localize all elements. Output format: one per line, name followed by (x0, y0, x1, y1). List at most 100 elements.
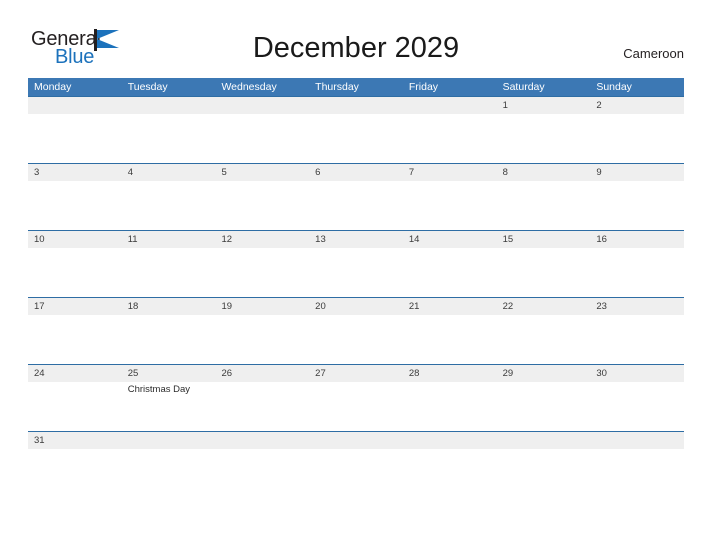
day-cell[interactable]: Christmas Day (122, 382, 216, 431)
day-number[interactable] (28, 97, 122, 114)
day-cell[interactable] (309, 181, 403, 230)
day-number[interactable] (122, 432, 216, 449)
day-number[interactable]: 30 (590, 365, 684, 382)
day-number[interactable] (403, 432, 497, 449)
day-cell[interactable] (590, 248, 684, 297)
day-number[interactable]: 3 (28, 164, 122, 181)
day-cell[interactable] (122, 248, 216, 297)
page-title: December 2029 (252, 32, 460, 64)
day-number[interactable] (215, 432, 309, 449)
day-number[interactable]: 19 (215, 298, 309, 315)
day-cell[interactable] (309, 382, 403, 431)
day-number[interactable] (497, 432, 591, 449)
day-number[interactable] (215, 97, 309, 114)
day-number[interactable]: 15 (497, 231, 591, 248)
day-number[interactable] (309, 97, 403, 114)
day-cell[interactable] (215, 181, 309, 230)
day-number[interactable]: 9 (590, 164, 684, 181)
day-cell[interactable] (309, 449, 403, 498)
day-number[interactable] (403, 97, 497, 114)
day-number[interactable]: 13 (309, 231, 403, 248)
day-cell[interactable] (497, 114, 591, 163)
day-number[interactable]: 12 (215, 231, 309, 248)
day-number[interactable]: 16 (590, 231, 684, 248)
day-number[interactable]: 21 (403, 298, 497, 315)
day-cell[interactable] (122, 315, 216, 364)
day-number[interactable]: 5 (215, 164, 309, 181)
day-cell[interactable] (28, 248, 122, 297)
week-date-band: 24 25 26 27 28 29 30 (28, 365, 684, 382)
day-number[interactable]: 28 (403, 365, 497, 382)
day-cell[interactable] (403, 181, 497, 230)
day-cell[interactable] (309, 248, 403, 297)
week-event-band (28, 181, 684, 230)
day-number[interactable] (309, 432, 403, 449)
day-cell[interactable] (497, 382, 591, 431)
day-cell[interactable] (497, 181, 591, 230)
day-number[interactable]: 7 (403, 164, 497, 181)
page-header: General Blue December 2029 Cameroon (0, 0, 712, 76)
week-row: 1 2 (28, 96, 684, 163)
day-cell[interactable] (497, 248, 591, 297)
day-cell[interactable] (497, 449, 591, 498)
weekday-friday: Friday (408, 81, 439, 93)
weekday-wednesday: Wednesday (221, 81, 277, 93)
day-number[interactable]: 8 (497, 164, 591, 181)
day-cell[interactable] (215, 248, 309, 297)
day-cell[interactable] (497, 315, 591, 364)
day-number[interactable]: 26 (215, 365, 309, 382)
day-number[interactable]: 18 (122, 298, 216, 315)
day-cell[interactable] (215, 382, 309, 431)
week-date-band: 3 4 5 6 7 8 9 (28, 164, 684, 181)
day-cell[interactable] (28, 382, 122, 431)
day-number[interactable] (590, 432, 684, 449)
week-row: 3 4 5 6 7 8 9 (28, 163, 684, 230)
locale-label: Cameroon (623, 46, 684, 61)
day-number[interactable]: 1 (497, 97, 591, 114)
day-cell[interactable] (403, 248, 497, 297)
day-cell[interactable] (28, 315, 122, 364)
weekday-sunday: Sunday (596, 81, 632, 93)
day-number[interactable]: 29 (497, 365, 591, 382)
day-number[interactable]: 2 (590, 97, 684, 114)
day-cell[interactable] (215, 449, 309, 498)
day-cell[interactable] (28, 181, 122, 230)
day-cell[interactable] (28, 449, 122, 498)
week-event-band (28, 248, 684, 297)
day-number[interactable]: 10 (28, 231, 122, 248)
day-number[interactable]: 20 (309, 298, 403, 315)
day-cell[interactable] (590, 449, 684, 498)
day-number[interactable]: 14 (403, 231, 497, 248)
day-cell[interactable] (122, 181, 216, 230)
day-cell[interactable] (590, 114, 684, 163)
day-cell[interactable] (403, 449, 497, 498)
weekday-saturday: Saturday (502, 81, 545, 93)
day-cell[interactable] (590, 181, 684, 230)
day-number[interactable]: 11 (122, 231, 216, 248)
day-number[interactable]: 31 (28, 432, 122, 449)
day-number[interactable]: 17 (28, 298, 122, 315)
day-cell[interactable] (590, 382, 684, 431)
day-number[interactable]: 27 (309, 365, 403, 382)
week-date-band: 10 11 12 13 14 15 16 (28, 231, 684, 248)
day-cell[interactable] (215, 315, 309, 364)
day-number[interactable]: 4 (122, 164, 216, 181)
day-cell[interactable] (28, 114, 122, 163)
day-number[interactable]: 23 (590, 298, 684, 315)
day-cell[interactable] (122, 114, 216, 163)
day-number[interactable]: 6 (309, 164, 403, 181)
day-cell[interactable] (403, 114, 497, 163)
day-cell[interactable] (403, 382, 497, 431)
day-cell[interactable] (215, 114, 309, 163)
week-event-band (28, 449, 684, 498)
day-cell[interactable] (403, 315, 497, 364)
day-cell[interactable] (122, 449, 216, 498)
day-number[interactable]: 22 (497, 298, 591, 315)
day-cell[interactable] (309, 114, 403, 163)
day-cell[interactable] (309, 315, 403, 364)
day-number[interactable]: 25 (122, 365, 216, 382)
day-number[interactable] (122, 97, 216, 114)
day-number[interactable]: 24 (28, 365, 122, 382)
week-row: 17 18 19 20 21 22 23 (28, 297, 684, 364)
day-cell[interactable] (590, 315, 684, 364)
